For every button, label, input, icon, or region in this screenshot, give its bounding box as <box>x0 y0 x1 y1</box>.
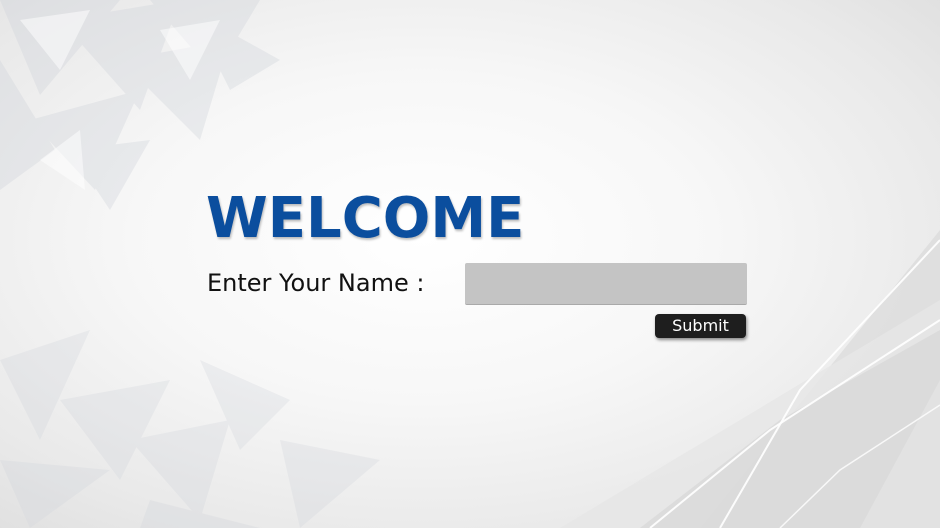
name-label: Enter Your Name : <box>207 269 425 297</box>
name-input[interactable] <box>465 263 747 305</box>
welcome-heading: WELCOME <box>206 186 525 251</box>
submit-button[interactable]: Submit <box>655 314 746 338</box>
